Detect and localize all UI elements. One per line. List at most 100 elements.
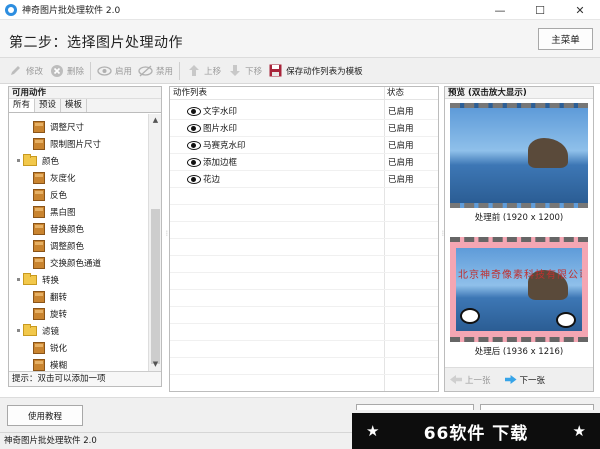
tab-all[interactable]: 所有 [9,99,36,112]
prev-image-button[interactable]: 上一张 [450,374,491,386]
next-label: 下一张 [519,375,546,386]
app-icon [5,3,17,16]
row-action-name: 添加边框 [203,158,238,168]
tree-folder[interactable]: 颜色 [17,152,59,169]
table-row[interactable]: 文字水印 已启用 [170,103,438,120]
column-header-action[interactable]: 动作列表 [170,87,384,100]
previous-step-button[interactable] [356,404,474,410]
tree-item[interactable]: 黑白图 [33,203,76,220]
move-down-label: 下移 [245,66,263,77]
move-up-button[interactable]: 上移 [186,63,221,78]
minimize-button[interactable]: — [480,0,520,20]
tree-item-label: 灰度化 [50,173,76,184]
tree-item[interactable]: 模糊 [33,356,67,371]
hint-text: 提示：双击可以添加一项 [9,371,161,386]
delete-label: 删除 [67,66,85,77]
next-image-button[interactable]: 下一张 [504,374,546,386]
arrow-right-icon [504,375,517,384]
star-icon: ★ [572,422,586,440]
arrow-up-icon [186,63,201,78]
tree-item[interactable]: 调整尺寸 [33,118,84,135]
move-down-button[interactable]: 下移 [227,63,262,78]
tab-preset[interactable]: 预设 [35,99,62,112]
eye-icon[interactable] [187,123,201,133]
row-action-name: 图片水印 [203,124,238,134]
table-row-empty [170,205,438,222]
panda-icon [460,308,480,324]
before-caption: 处理前 (1920 x 1200) [474,213,564,223]
save-template-button[interactable]: 保存动作列表为模板 [268,63,363,78]
package-icon [33,290,45,303]
modify-label: 修改 [26,66,44,77]
preview-navigation: 上一张 下一张 [445,367,593,391]
table-row[interactable]: 花边 已启用 [170,171,438,188]
eye-icon[interactable] [187,174,201,184]
package-icon [33,358,45,371]
enable-label: 启用 [115,66,133,77]
eye-icon[interactable] [187,157,201,167]
table-row[interactable]: 图片水印 已启用 [170,120,438,137]
package-icon [33,205,45,218]
modify-button[interactable]: 修改 [8,63,43,78]
tree-scrollbar[interactable]: ▲ ▼ [148,114,161,371]
table-row[interactable]: 添加边框 已启用 [170,154,438,171]
next-step-button[interactable] [480,404,594,410]
tutorial-button[interactable]: 使用教程 [7,405,83,426]
folder-icon [23,272,37,285]
tab-template[interactable]: 模板 [61,99,88,112]
tree-item[interactable]: 灰度化 [33,169,76,186]
preview-before-image[interactable] [450,103,588,208]
preview-title: 预览 (双击放大显示) [445,87,593,99]
tree-item[interactable]: 交换颜色通道 [33,254,101,271]
main-menu-button[interactable]: 主菜单 [538,28,593,50]
row-status: 已启用 [388,141,414,151]
tree-item-label: 限制图片尺寸 [50,139,102,150]
preview-panel: 预览 (双击放大显示) 处理前 (1920 x 1200) 北京神奇像素科技有限… [444,86,594,392]
folder-icon [23,153,37,166]
tree-item[interactable]: 反色 [33,186,67,203]
package-icon [33,137,45,150]
close-button[interactable]: ✕ [560,0,600,20]
tree-item[interactable]: 调整颜色 [33,237,84,254]
maximize-button[interactable]: ☐ [520,0,560,20]
table-row[interactable]: 马赛克水印 已启用 [170,137,438,154]
enable-button[interactable]: 启用 [97,63,132,78]
tree-item[interactable]: 限制图片尺寸 [33,135,101,152]
step-header: 第二步：选择图片处理动作 主菜单 [0,20,600,58]
row-status: 已启用 [388,158,414,168]
tree-item[interactable]: 锐化 [33,339,67,356]
table-row-empty [170,290,438,307]
tree-item-label: 旋转 [50,309,68,320]
scroll-down-icon[interactable]: ▼ [149,358,162,370]
tree-item[interactable]: 旋转 [33,305,67,322]
tree-folder[interactable]: 转换 [17,271,59,288]
arrow-down-icon [227,63,242,78]
table-row-empty [170,358,438,375]
tree-item[interactable]: 替换颜色 [33,220,84,237]
tree-folder[interactable]: 滤镜 [17,322,59,339]
table-row-empty [170,256,438,273]
column-header-status[interactable]: 状态 [384,87,438,100]
splitter-handle[interactable]: ⋮ [440,230,446,238]
scroll-up-icon[interactable]: ▲ [149,114,162,126]
folder-icon [23,323,37,336]
after-caption: 处理后 (1936 x 1216) [474,347,564,357]
package-icon [33,341,45,354]
pencil-icon [8,63,23,78]
tree-item[interactable]: 翻转 [33,288,67,305]
delete-button[interactable]: 删除 [49,63,84,78]
landscape-rock [528,138,568,168]
preview-after-image[interactable]: 北京神奇像素科技有限公司 [450,237,588,342]
scroll-thumb[interactable] [151,209,160,364]
table-row-empty [170,273,438,290]
splitter-handle[interactable]: ⋮ [164,230,170,238]
disable-button[interactable]: 禁用 [138,63,173,78]
eye-icon[interactable] [187,140,201,150]
row-action-name: 文字水印 [203,107,238,117]
toolbar-divider [90,61,92,80]
panel-title: 可用动作 [9,87,161,99]
row-status: 已启用 [388,175,414,185]
eye-icon[interactable] [187,106,201,116]
table-row-empty [170,341,438,358]
tree-connector [17,329,20,332]
